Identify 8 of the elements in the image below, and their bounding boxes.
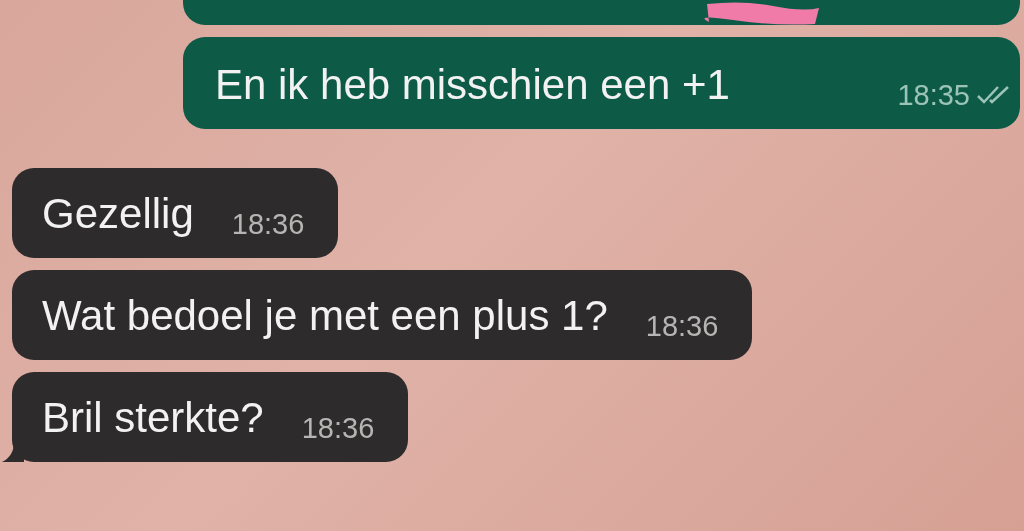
message-time: 18:35 (897, 78, 970, 113)
message-text: Bril sterkte? (42, 393, 264, 443)
message-time: 18:36 (231, 207, 305, 242)
message-time: 18:36 (301, 411, 375, 446)
message-text: Wat bedoel je met een plus 1? (42, 291, 608, 341)
message-text: Gezellig (42, 189, 194, 239)
message-time: 18:36 (645, 309, 719, 344)
message-text: En ik heb misschien een +1 (215, 60, 730, 110)
